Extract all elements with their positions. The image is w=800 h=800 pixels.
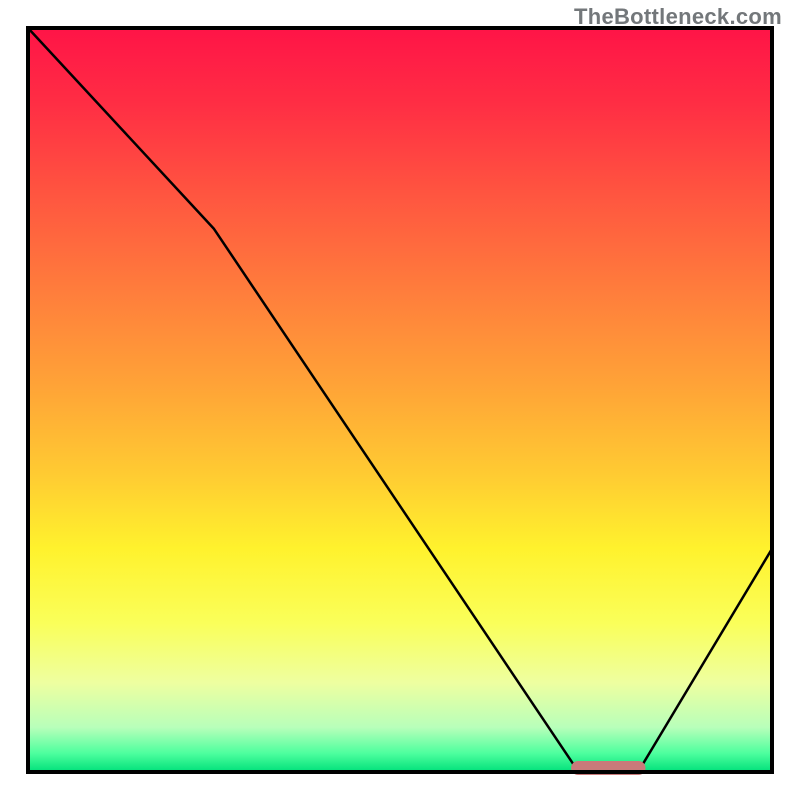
plot-background [28, 28, 772, 772]
branding-watermark: TheBottleneck.com [574, 4, 782, 30]
chart-svg [0, 0, 800, 800]
chart-container: TheBottleneck.com [0, 0, 800, 800]
